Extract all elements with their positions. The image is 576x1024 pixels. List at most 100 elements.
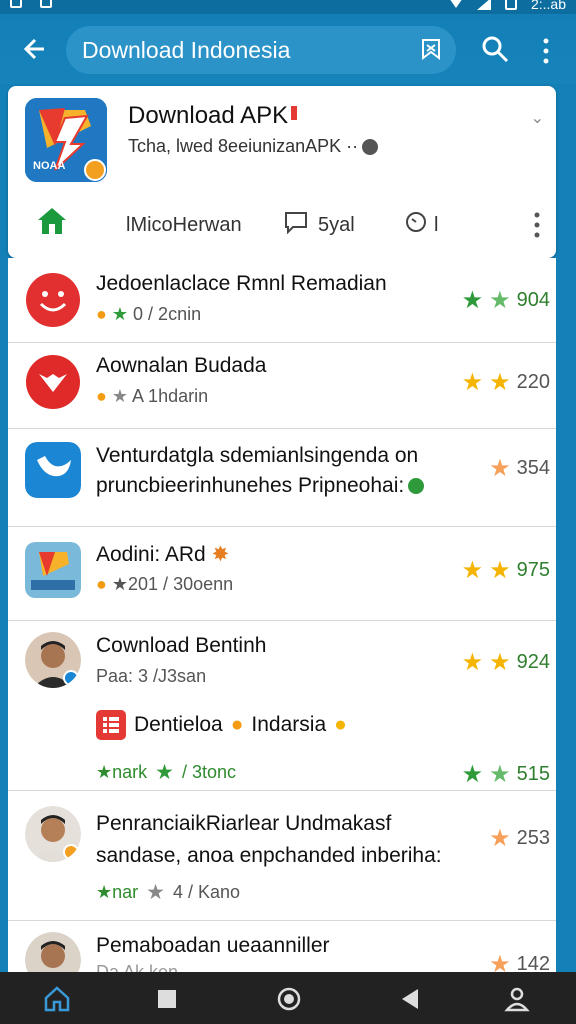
item-title: Cownload Bentinh [96,634,267,657]
app-logo-icon [25,542,81,598]
star-icon: ★ [489,951,511,972]
foot-label: ★nar [96,882,139,902]
emoji-icon: ● [230,713,244,736]
item-foot: ★nar ★ 4 / Kano [96,880,240,905]
status-bar: 2:..ab [0,0,576,14]
list-item[interactable]: Aodini: ARd ✸ ● ★201 / 30oenn ★ ★ 975 [8,526,556,621]
item-meta: Paa: 3 /J3san [96,666,207,686]
tag-label-2: Indarsia [251,713,327,736]
app-logo[interactable]: NOAA [25,98,107,182]
item-rating: ★ 142 [489,950,550,972]
item-tag-row: Dentieloa ● Indarsia ● [96,710,347,740]
bird-app-icon [25,442,81,498]
system-nav-bar [0,972,576,1024]
item-rating: ★ ★ 904 [461,287,550,314]
emoji-icon: ● [334,713,347,736]
item-foot: ★nark ★ / 3tonc [96,760,236,785]
star-icon: ★ [489,287,511,314]
star-icon: ★ [111,304,129,324]
star-icon: ★ [489,369,511,396]
card-tab-row: lMicoHerwan 5yal l [8,196,556,256]
battery-icon [504,0,517,10]
tab-reviews[interactable]: 5yal [318,214,355,237]
badge-icon [291,106,298,120]
item-title-line2: pruncbieerinhunehes Pripneohai: [96,474,425,498]
profile-icon[interactable] [504,986,530,1012]
bookmark-icon[interactable] [420,38,442,60]
item-meta: ● ★ 0 / 2cnin [96,304,202,324]
item-title: PenranciaikRiarlear Undmakasf [96,812,392,835]
star-icon: ★ [146,881,165,904]
clock-icon[interactable] [404,210,428,234]
star-icon: ★ [111,386,129,406]
star-icon: ★ [461,649,484,676]
foot-meta: / 3tonc [181,762,237,782]
app-bar: Download Indonesia [0,14,576,84]
user-avatar [25,632,81,688]
list-item[interactable]: Cownload Bentinh Paa: 3 /J3san ★ ★ 924 D… [8,620,556,791]
list-item[interactable]: Venturdatgla sdemianlsingenda on pruncbi… [8,428,556,527]
recents-icon[interactable] [154,986,180,1012]
item-title: Jedoenlaclace Rmnl Remadian [96,272,387,295]
item-title: Aodini: ARd ✸ [96,543,230,566]
item-foot-rating: ★ ★ 515 [461,761,550,788]
collapse-icon[interactable]: ⌄ [531,108,544,128]
emoji-icon: ● [96,304,107,324]
burst-icon: ✸ [211,543,230,566]
tag-label: Dentieloa [134,713,223,736]
emoji-icon: ● [96,386,107,406]
foot-label: ★nark [96,762,148,782]
search-query[interactable]: Download Indonesia [82,37,290,64]
more-vert-icon[interactable] [530,210,544,240]
home-icon[interactable] [44,986,70,1012]
home-icon[interactable] [36,206,68,236]
star-icon: ★ [155,761,174,784]
item-meta: ● ★201 / 30oenn [96,574,234,594]
list-item[interactable]: Pemaboadan ueaanniller Da Ak ken ★ 142 [8,920,556,972]
tab-owner[interactable]: lMicoHerwan [126,214,242,237]
status-time: 2:..ab [530,0,566,12]
list-item[interactable]: Jedoenlaclace Rmnl Remadian ● ★ 0 / 2cni… [8,258,556,343]
back-arrow-icon[interactable] [18,32,52,66]
item-title: Aownalan Budada [96,354,267,377]
circle-home-icon[interactable] [276,986,302,1012]
signal-icon [476,0,491,10]
verified-icon [362,139,379,156]
star-icon: ★ [489,455,511,482]
star-icon: ★ [489,557,511,584]
item-rating: ★ ★ 975 [461,557,550,584]
more-vert-icon[interactable] [536,36,556,66]
item-title: Venturdatgla sdemianlsingenda on [96,444,419,467]
app-title: Download APK [128,102,298,130]
wifi-icon [450,0,462,8]
star-icon: ★ [461,287,484,314]
app-header-card: NOAA Download APK Tcha, lwed 8eeiunizanA… [8,86,556,258]
star-icon: ★ [461,557,484,584]
chat-icon[interactable] [284,210,308,234]
star-icon: ★ [489,825,511,852]
notification-icon [40,0,52,8]
list-app-icon [96,710,126,740]
star-icon: ★ [489,761,511,788]
list-item[interactable]: PenranciaikRiarlear Undmakasf sandase, a… [8,790,556,921]
item-title: Pemaboadan ueaanniller [96,934,330,957]
app-list: Jedoenlaclace Rmnl Remadian ● ★ 0 / 2cni… [8,258,556,972]
list-item[interactable]: Aownalan Budada ● ★ A 1hdarin ★ ★ 220 [8,342,556,429]
star-icon: ★ [461,761,484,788]
verified-icon [408,478,425,495]
item-meta: ● ★ A 1hdarin [96,386,209,406]
emoji-icon: ● [96,574,107,594]
star-icon: ★ [489,649,511,676]
heart-app-icon [26,355,80,409]
item-meta: Da Ak ken [96,962,179,972]
item-rating: ★ ★ 220 [461,369,550,396]
search-icon[interactable] [480,34,510,64]
item-rating: ★ ★ 924 [461,649,550,676]
search-field[interactable]: Download Indonesia [66,26,456,74]
item-title-line2: sandase, anoa enpchanded inberiha: [96,844,442,867]
tab-history[interactable]: l [434,214,438,237]
user-avatar [25,806,81,862]
back-icon[interactable] [398,986,424,1012]
notification-icon [10,0,22,8]
item-rating: ★ 253 [489,825,550,852]
